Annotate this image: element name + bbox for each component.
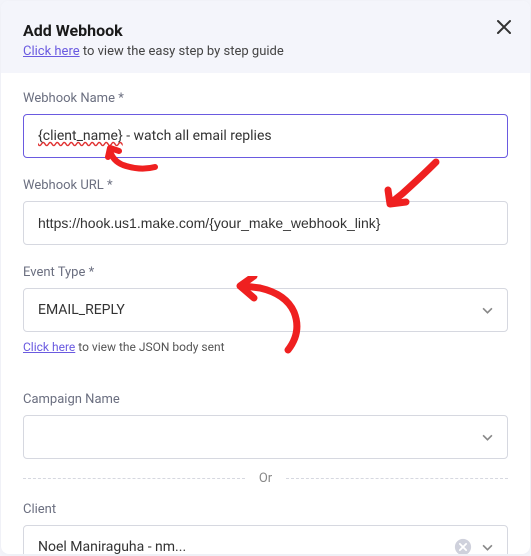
subtitle-rest: to view the easy step by step guide bbox=[80, 44, 284, 59]
chevron-down-icon bbox=[482, 305, 493, 316]
chevron-down-icon bbox=[482, 542, 493, 553]
close-icon bbox=[496, 20, 512, 39]
json-body-rest: to view the JSON body sent bbox=[75, 340, 224, 354]
or-divider: Or bbox=[23, 471, 508, 486]
webhook-url-field: Webhook URL * bbox=[23, 178, 508, 245]
client-field: Client Noel Maniraguha - nm... bbox=[23, 502, 508, 554]
modal-header: Add Webhook Click here to view the easy … bbox=[1, 1, 530, 73]
close-button[interactable] bbox=[496, 19, 512, 39]
webhook-url-label: Webhook URL * bbox=[23, 178, 508, 193]
webhook-name-label: Webhook Name * bbox=[23, 91, 508, 106]
campaign-name-label: Campaign Name bbox=[23, 392, 508, 407]
event-type-select[interactable]: EMAIL_REPLY bbox=[23, 288, 508, 332]
client-select[interactable]: Noel Maniraguha - nm... bbox=[23, 525, 508, 554]
modal-subtitle: Click here to view the easy step by step… bbox=[23, 44, 508, 59]
client-label: Client bbox=[23, 502, 508, 517]
divider-line-left bbox=[23, 478, 245, 479]
modal-body: Webhook Name * {client_name} - watch all… bbox=[1, 73, 530, 554]
event-type-field: Event Type * EMAIL_REPLY Click here to v… bbox=[23, 265, 508, 354]
webhook-url-input[interactable] bbox=[23, 201, 508, 245]
json-body-link[interactable]: Click here bbox=[23, 340, 75, 354]
modal-title: Add Webhook bbox=[23, 21, 508, 40]
webhook-name-input[interactable] bbox=[23, 114, 508, 158]
event-type-help: Click here to view the JSON body sent bbox=[23, 340, 508, 354]
webhook-name-field: Webhook Name * {client_name} - watch all… bbox=[23, 91, 508, 158]
event-type-label: Event Type * bbox=[23, 265, 508, 280]
chevron-down-icon bbox=[482, 432, 493, 443]
or-text: Or bbox=[259, 471, 272, 486]
event-type-value: EMAIL_REPLY bbox=[38, 302, 125, 318]
divider-line-right bbox=[286, 478, 508, 479]
clear-icon[interactable] bbox=[454, 538, 472, 554]
campaign-name-select[interactable] bbox=[23, 415, 508, 459]
campaign-name-field: Campaign Name bbox=[23, 392, 508, 459]
client-value: Noel Maniraguha - nm... bbox=[38, 539, 186, 554]
guide-link[interactable]: Click here bbox=[23, 44, 80, 59]
add-webhook-modal: Add Webhook Click here to view the easy … bbox=[1, 1, 530, 554]
